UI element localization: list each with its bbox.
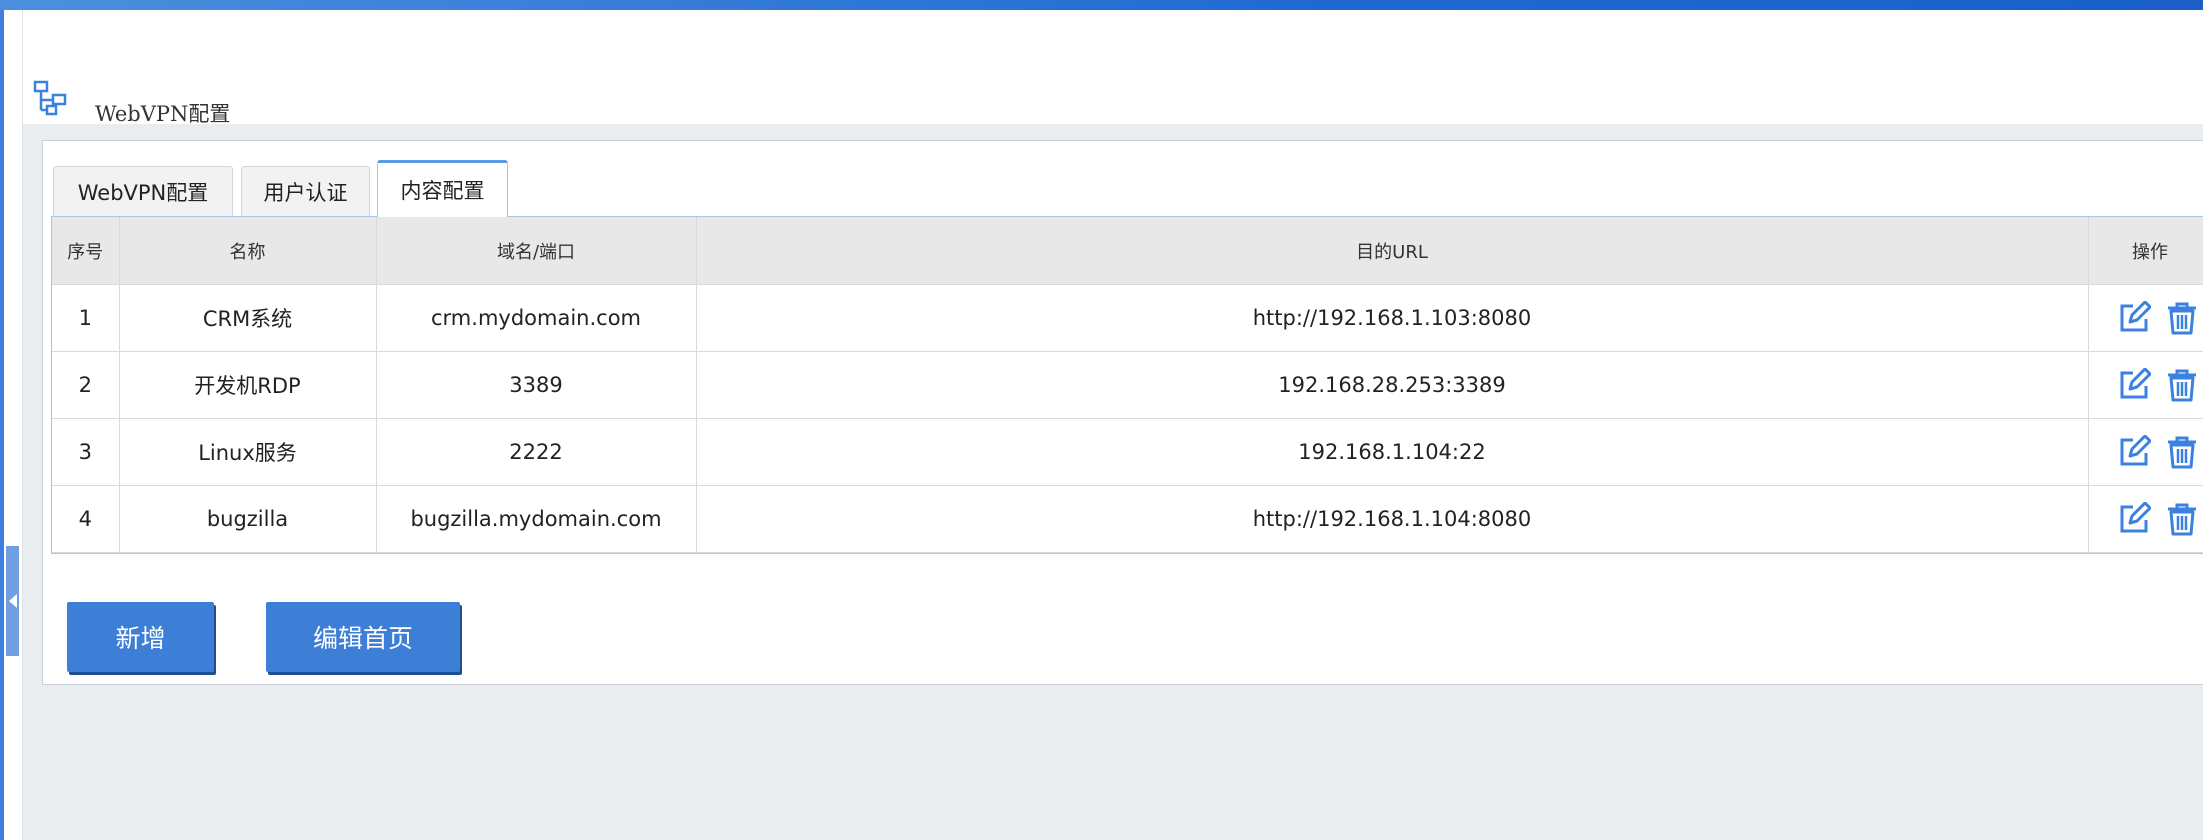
- tab-user-auth[interactable]: 用户认证: [241, 166, 370, 216]
- cell-target-url: http://192.168.1.103:8080: [696, 284, 2089, 352]
- network-topology-icon: [33, 80, 67, 116]
- cell-domain-port: 3389: [376, 351, 697, 419]
- table-row: 1 CRM系统 crm.mydomain.com http://192.168.…: [52, 284, 2203, 352]
- delete-icon[interactable]: [2165, 435, 2199, 469]
- table-header-row: 序号 名称 域名/端口 目的URL 操作: [52, 217, 2203, 285]
- delete-icon[interactable]: [2165, 502, 2199, 536]
- cell-actions: [2088, 284, 2203, 352]
- chevron-left-icon: [8, 594, 17, 608]
- cell-name: 开发机RDP: [119, 351, 377, 419]
- cell-target-url: 192.168.1.104:22: [696, 418, 2089, 486]
- cell-actions: [2088, 351, 2203, 419]
- left-edge-accent: [0, 10, 4, 840]
- edit-icon[interactable]: [2117, 435, 2151, 469]
- table-row: 4 bugzilla bugzilla.mydomain.com http://…: [52, 485, 2203, 553]
- tab-content-config[interactable]: 内容配置: [377, 160, 508, 217]
- column-header-name: 名称: [119, 217, 377, 285]
- cell-actions: [2088, 418, 2203, 486]
- page-header: WebVPN配置: [23, 10, 2203, 126]
- cell-name: Linux服务: [119, 418, 377, 486]
- cell-index: 2: [52, 351, 120, 419]
- cell-index: 4: [52, 485, 120, 553]
- cell-index: 1: [52, 284, 120, 352]
- cell-name: CRM系统: [119, 284, 377, 352]
- sidebar-collapse-handle[interactable]: [6, 546, 19, 656]
- cell-target-url: 192.168.28.253:3389: [696, 351, 2089, 419]
- column-header-index: 序号: [52, 217, 120, 285]
- tab-webvpn-config[interactable]: WebVPN配置: [53, 166, 233, 216]
- cell-index: 3: [52, 418, 120, 486]
- window-top-bar: [0, 0, 2203, 10]
- table-row: 3 Linux服务 2222 192.168.1.104:22: [52, 418, 2203, 486]
- add-button[interactable]: 新增: [67, 602, 214, 672]
- delete-icon[interactable]: [2165, 368, 2199, 402]
- column-header-target-url: 目的URL: [696, 217, 2089, 285]
- cell-name: bugzilla: [119, 485, 377, 553]
- table-row: 2 开发机RDP 3389 192.168.28.253:3389: [52, 351, 2203, 419]
- cell-target-url: http://192.168.1.104:8080: [696, 485, 2089, 553]
- edit-homepage-button[interactable]: 编辑首页: [266, 602, 460, 672]
- edit-icon[interactable]: [2117, 502, 2151, 536]
- cell-actions: [2088, 485, 2203, 553]
- cell-domain-port: 2222: [376, 418, 697, 486]
- column-header-actions: 操作: [2088, 217, 2203, 285]
- delete-icon[interactable]: [2165, 301, 2199, 335]
- column-header-domain-port: 域名/端口: [376, 217, 697, 285]
- edit-icon[interactable]: [2117, 368, 2151, 402]
- cell-domain-port: crm.mydomain.com: [376, 284, 697, 352]
- edit-icon[interactable]: [2117, 301, 2151, 335]
- content-table: 序号 名称 域名/端口 目的URL 操作 1 CRM系统 crm.mydomai…: [51, 216, 2203, 554]
- cell-domain-port: bugzilla.mydomain.com: [376, 485, 697, 553]
